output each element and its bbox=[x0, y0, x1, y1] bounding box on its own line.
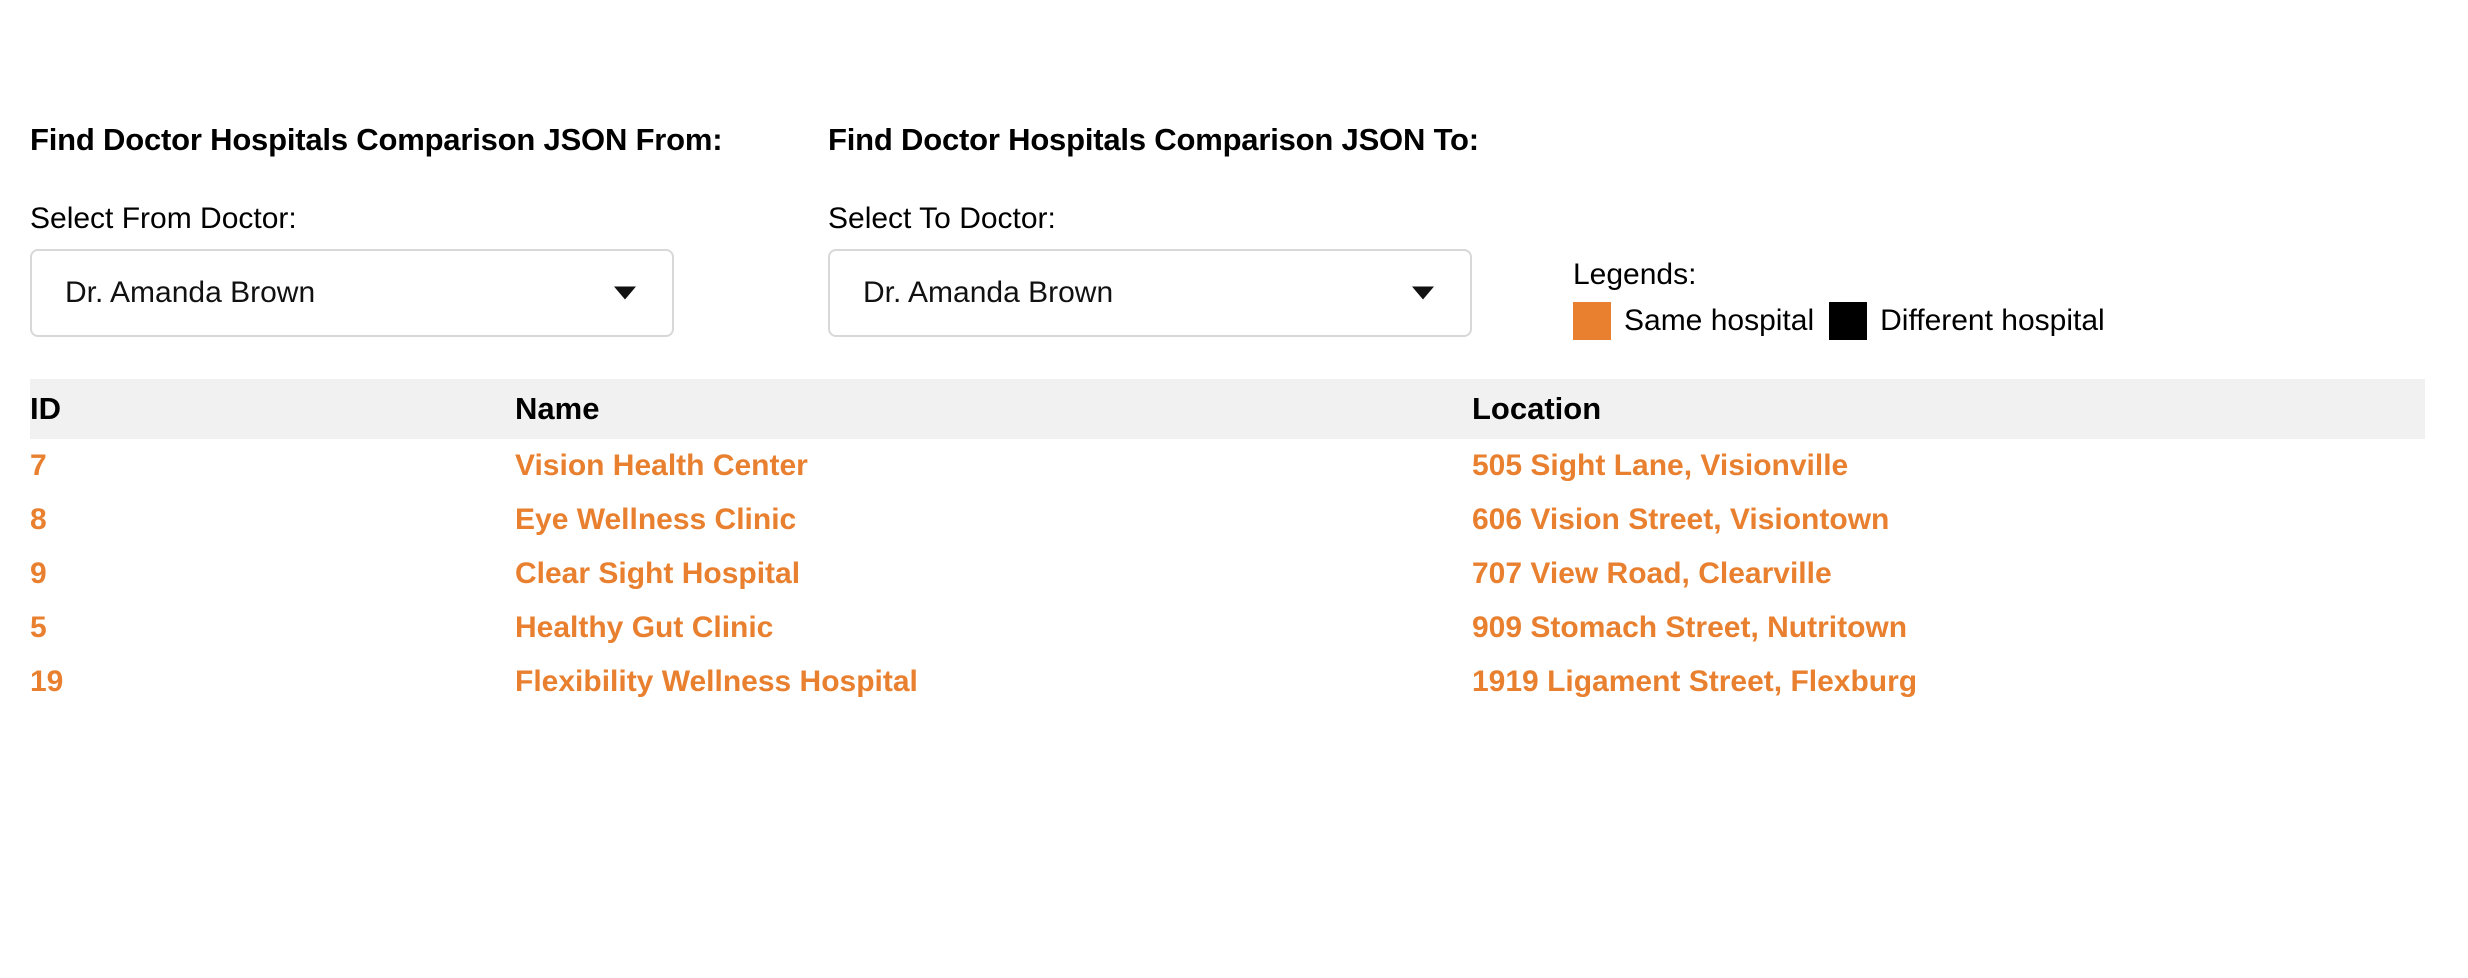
cell-location: 909 Stomach Street, Nutritown bbox=[1472, 611, 1908, 644]
table-header: ID Name Location bbox=[30, 379, 2425, 439]
cell-id: 19 bbox=[30, 665, 64, 698]
legend-items: Same hospital Different hospital bbox=[1573, 302, 2105, 340]
legend-item-different-hospital: Different hospital bbox=[1829, 302, 2105, 340]
cell-id: 9 bbox=[30, 557, 47, 590]
to-doctor-select-block: Select To Doctor: Dr. Amanda Brown bbox=[828, 202, 1472, 337]
legends-title: Legends: bbox=[1573, 258, 1697, 291]
cell-location: 707 View Road, Clearville bbox=[1472, 557, 1832, 590]
table-row: 8 Eye Wellness Clinic 606 Vision Street, V… bbox=[30, 493, 2425, 547]
legend-label-different-hospital: Different hospital bbox=[1880, 304, 2105, 337]
hospitals-comparison-table: ID Name Location 7 Vision Health Center 50… bbox=[30, 379, 2425, 709]
column-header-name: Name bbox=[515, 391, 600, 426]
from-doctor-select-block: Select From Doctor: Dr. Amanda Brown bbox=[30, 202, 674, 337]
from-doctor-select[interactable]: Dr. Amanda Brown bbox=[30, 249, 674, 337]
cell-name: Flexibility Wellness Hospital bbox=[515, 665, 918, 698]
from-doctor-selected-value: Dr. Amanda Brown bbox=[65, 276, 316, 309]
column-header-location: Location bbox=[1472, 391, 1602, 426]
table-body: 7 Vision Health Center 505 Sight Lane, Vis… bbox=[30, 439, 2425, 709]
cell-id: 8 bbox=[30, 503, 47, 536]
table-header-row: ID Name Location bbox=[30, 379, 2425, 439]
cell-id: 5 bbox=[30, 611, 47, 644]
from-panel-heading: Find Doctor Hospitals Comparison JSON Fr… bbox=[30, 122, 723, 157]
same-hospital-swatch-icon bbox=[1573, 302, 1611, 340]
cell-location: 1919 Ligament Street, Flexburg bbox=[1472, 665, 1918, 698]
column-header-id: ID bbox=[30, 391, 61, 426]
table-row: 5 Healthy Gut Clinic 909 Stomach Street, N… bbox=[30, 601, 2425, 655]
cell-location: 505 Sight Lane, Visionville bbox=[1472, 449, 1849, 482]
chevron-down-icon bbox=[1412, 286, 1434, 300]
cell-name: Healthy Gut Clinic bbox=[515, 611, 774, 644]
different-hospital-swatch-icon bbox=[1829, 302, 1868, 340]
to-panel-heading: Find Doctor Hospitals Comparison JSON To… bbox=[828, 122, 1479, 157]
cell-name: Clear Sight Hospital bbox=[515, 557, 801, 590]
to-doctor-selected-value: Dr. Amanda Brown bbox=[863, 276, 1114, 309]
cell-name: Eye Wellness Clinic bbox=[515, 503, 797, 536]
to-doctor-select[interactable]: Dr. Amanda Brown bbox=[828, 249, 1472, 337]
table-row: 19 Flexibility Wellness Hospital 1919 Liga… bbox=[30, 655, 2425, 709]
cell-name: Vision Health Center bbox=[515, 449, 808, 482]
comparison-page: Find Doctor Hospitals Comparison JSON Fr… bbox=[0, 0, 2468, 978]
panel-headings-row: Find Doctor Hospitals Comparison JSON Fr… bbox=[0, 122, 2468, 164]
table-row: 7 Vision Health Center 505 Sight Lane, Vis… bbox=[30, 439, 2425, 493]
table-row: 9 Clear Sight Hospital 707 View Road, Clea… bbox=[30, 547, 2425, 601]
legend-item-same-hospital: Same hospital bbox=[1573, 302, 1814, 340]
cell-id: 7 bbox=[30, 449, 47, 482]
legend-label-same-hospital: Same hospital bbox=[1624, 304, 1815, 337]
cell-location: 606 Vision Street, Visiontown bbox=[1472, 503, 1890, 536]
legends: Legends: Same hospital Different hospita… bbox=[1573, 258, 2105, 340]
to-doctor-select-label: Select To Doctor: bbox=[828, 202, 1056, 235]
chevron-down-icon bbox=[614, 286, 636, 300]
from-doctor-select-label: Select From Doctor: bbox=[30, 202, 297, 235]
